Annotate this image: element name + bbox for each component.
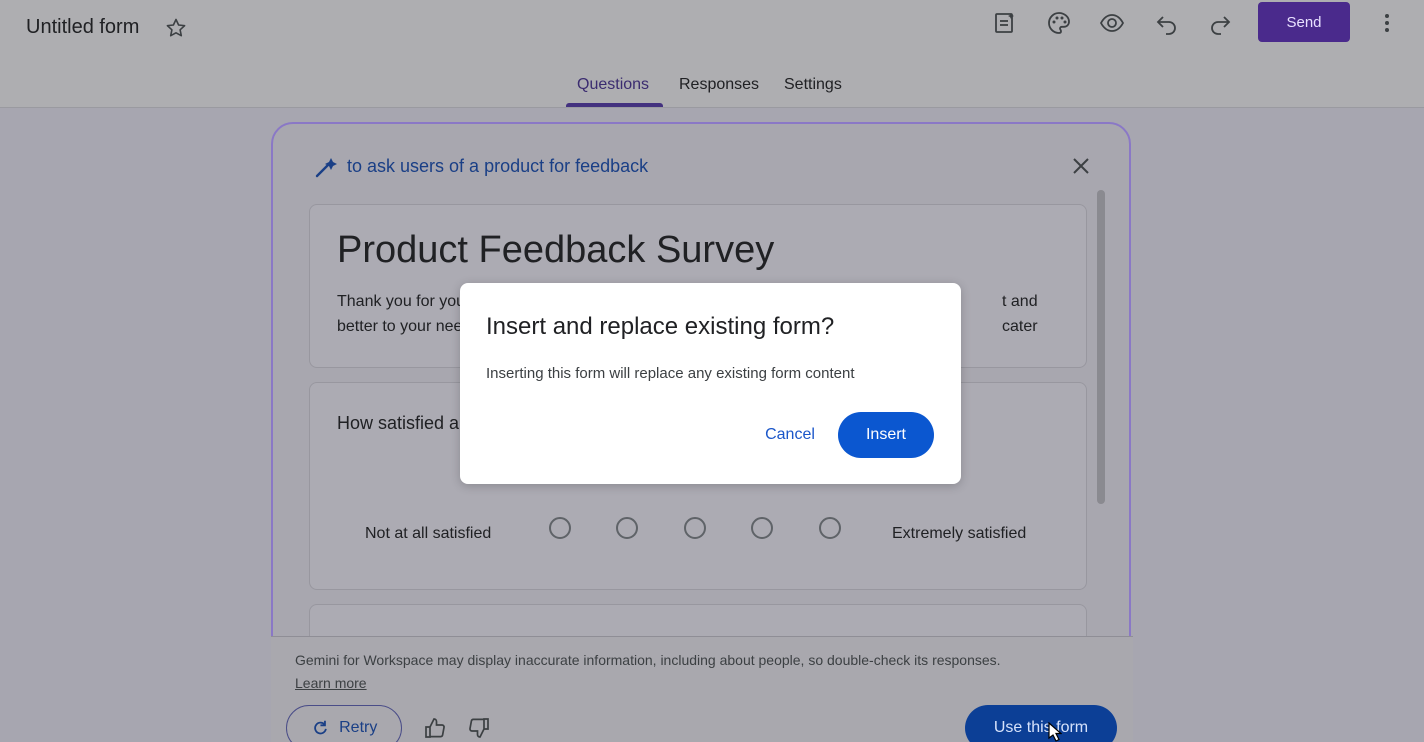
gemini-footer: Gemini for Workspace may display inaccur…: [271, 636, 1133, 742]
survey-title: Product Feedback Survey: [337, 229, 775, 271]
thumbs-down-icon[interactable]: [468, 717, 490, 739]
disclaimer-text: Gemini for Workspace may display inaccur…: [295, 652, 1001, 668]
scale-radio-1[interactable]: [549, 517, 571, 539]
send-button[interactable]: Send: [1258, 2, 1350, 42]
form-tabs: Questions Responses Settings: [0, 76, 1424, 108]
retry-button[interactable]: Retry: [286, 705, 402, 742]
thumbs-up-icon[interactable]: [424, 717, 446, 739]
tab-settings[interactable]: Settings: [784, 76, 842, 108]
cancel-button[interactable]: Cancel: [750, 415, 830, 455]
description-left: Thank you for you: [337, 293, 466, 310]
question-text: How satisfied a: [337, 413, 460, 433]
scale-radio-3[interactable]: [684, 517, 706, 539]
redo-icon[interactable]: [1207, 10, 1233, 36]
preview-eye-icon[interactable]: [1099, 10, 1125, 36]
close-icon[interactable]: [1069, 154, 1093, 178]
learn-more-link[interactable]: Learn more: [295, 675, 367, 691]
magic-wand-icon: [313, 154, 339, 180]
more-vert-icon[interactable]: [1374, 10, 1400, 36]
description-line2: better to your nee: [337, 318, 463, 335]
tab-responses[interactable]: Responses: [679, 76, 759, 108]
confirm-dialog: Insert and replace existing form? Insert…: [460, 283, 961, 484]
scale-radio-5[interactable]: [819, 517, 841, 539]
gemini-prompt: to ask users of a product for feedback: [347, 156, 649, 176]
scale-max-label: Extremely satisfied: [892, 525, 1027, 542]
retry-label: Retry: [339, 718, 378, 736]
dialog-message: Inserting this form will replace any exi…: [486, 365, 855, 382]
palette-icon[interactable]: [1046, 10, 1072, 36]
dialog-title: Insert and replace existing form?: [486, 313, 835, 340]
star-icon[interactable]: [164, 16, 188, 40]
customize-theme-icon[interactable]: [992, 10, 1018, 36]
panel-scrollbar[interactable]: [1097, 190, 1105, 504]
mouse-cursor-icon: [1048, 721, 1063, 742]
form-title[interactable]: Untitled form: [26, 16, 139, 39]
refresh-icon: [311, 719, 329, 736]
description-right: t and cater: [1002, 293, 1038, 335]
scale-radio-4[interactable]: [751, 517, 773, 539]
use-this-form-button[interactable]: Use this form: [965, 705, 1117, 742]
insert-button[interactable]: Insert: [838, 412, 934, 458]
active-tab-indicator: [566, 103, 663, 107]
scale-radio-2[interactable]: [616, 517, 638, 539]
undo-icon[interactable]: [1154, 10, 1180, 36]
scale-min-label: Not at all satisfied: [365, 525, 492, 542]
app-header: Untitled form Send Questions Responses S…: [0, 0, 1424, 108]
